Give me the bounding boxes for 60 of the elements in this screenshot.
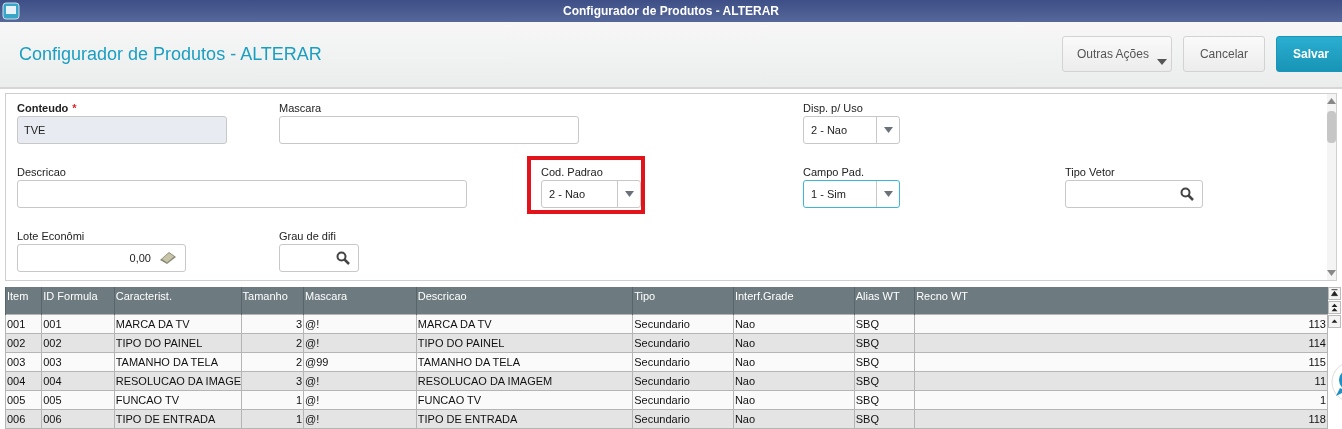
- table-cell: 006: [5, 409, 42, 429]
- column-header[interactable]: Mascara: [303, 286, 417, 315]
- caret-icon: [1156, 59, 1167, 66]
- page-title: Configurador de Produtos - ALTERAR: [19, 43, 323, 65]
- dropdown-field[interactable]: 1 - Sim: [803, 179, 900, 208]
- table-cell: @!: [303, 314, 417, 334]
- field-label: Lote Econômi: [17, 229, 85, 242]
- input-field[interactable]: [1065, 179, 1203, 208]
- table-cell: 002: [5, 333, 42, 353]
- table-cell: 003: [5, 352, 42, 372]
- input-field[interactable]: 0,00: [17, 243, 186, 272]
- app-icon: [2, 2, 20, 20]
- table-cell: 3: [241, 314, 304, 334]
- column-header[interactable]: ID Formula: [41, 286, 115, 315]
- scroll-top-icon[interactable]: [1328, 286, 1341, 300]
- table-cell: Nao: [733, 314, 855, 334]
- table-cell: 001: [5, 314, 42, 334]
- actions-menu-button[interactable]: Outras Ações: [1061, 36, 1172, 73]
- table-cell: MARCA DA TV: [416, 314, 633, 334]
- dropdown-field[interactable]: 2 - Nao: [803, 115, 900, 144]
- scrollbar[interactable]: [1327, 93, 1336, 280]
- column-header[interactable]: Alias WT: [854, 286, 915, 315]
- field-label: Disp. p/ Uso: [803, 101, 863, 114]
- input-field[interactable]: [17, 179, 467, 208]
- column-header[interactable]: Descricao: [416, 286, 633, 315]
- table-cell: 113: [914, 314, 1328, 334]
- table-cell: MARCA DA TV: [114, 314, 242, 334]
- dropdown-field[interactable]: 2 - Nao: [541, 179, 641, 208]
- column-header[interactable]: Interf.Grade: [733, 286, 855, 315]
- field-label: Mascara: [279, 101, 322, 114]
- cancel-button[interactable]: Cancelar: [1182, 36, 1265, 73]
- table-cell: 001: [41, 314, 115, 334]
- search-icon[interactable]: [336, 250, 350, 265]
- table-cell: 005: [5, 390, 42, 410]
- caret-icon[interactable]: [624, 190, 634, 197]
- field-label: Descricao: [17, 165, 66, 178]
- scroll-up-icon[interactable]: [1328, 314, 1341, 328]
- field-label: Cod. Padrao: [541, 165, 603, 178]
- table-cell: Secundario: [632, 314, 734, 334]
- table-cell: SBQ: [854, 314, 915, 334]
- save-button[interactable]: Salvar: [1275, 36, 1342, 73]
- field-label: Grau de difi: [279, 229, 336, 242]
- field-label: Campo Pad.: [803, 165, 865, 178]
- column-header[interactable]: Tamanho: [241, 286, 304, 315]
- column-header[interactable]: Recno WT: [914, 286, 1328, 315]
- scroll-thumb[interactable]: [1327, 110, 1336, 143]
- caret-icon[interactable]: [883, 126, 893, 133]
- table-cell: 004: [5, 371, 42, 391]
- input-field[interactable]: [279, 115, 579, 144]
- page-up-icon[interactable]: [1328, 300, 1341, 314]
- window-title: Configurador de Produtos - ALTERAR: [563, 3, 779, 18]
- input-field[interactable]: [279, 243, 359, 272]
- column-header[interactable]: Item: [5, 286, 42, 315]
- scroll-down-icon[interactable]: [1327, 269, 1336, 276]
- column-header[interactable]: Tipo: [632, 286, 734, 315]
- field-label: Conteudo *: [17, 101, 77, 114]
- column-header[interactable]: Caracterist.: [114, 286, 242, 315]
- search-icon[interactable]: [1180, 186, 1194, 201]
- caret-icon[interactable]: [883, 190, 893, 197]
- field-label: Tipo Vetor: [1065, 165, 1115, 178]
